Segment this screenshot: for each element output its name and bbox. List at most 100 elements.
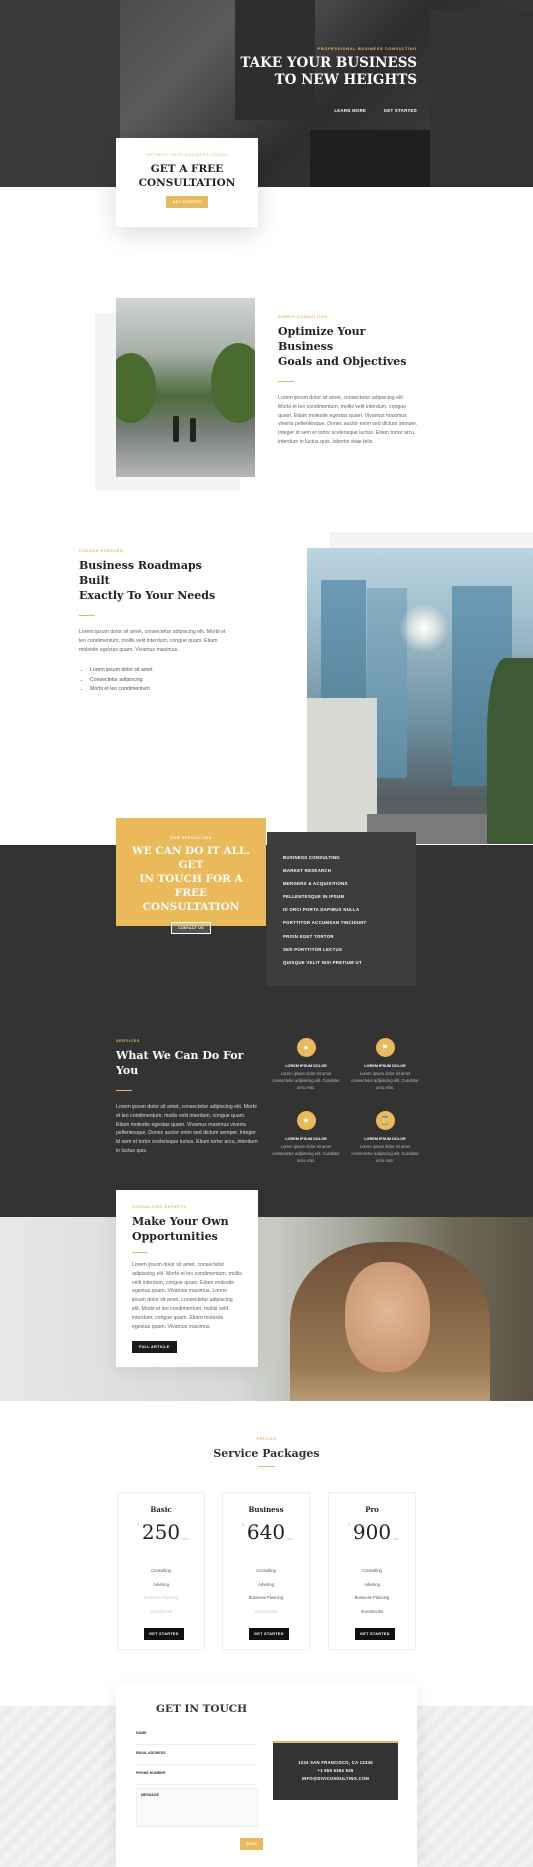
face-graphic: [345, 1262, 430, 1372]
gold-divider: [116, 1090, 132, 1091]
address-box: 1234 SAN FRANCISCO, CA 12345 +1 555 5364…: [273, 1741, 398, 1800]
optimize-text: SIMPLY CONSULTING Optimize Your Business…: [278, 315, 418, 447]
feature-item: ⚑ LOREM IPSUM DOLOR Lorem ipsum dolor si…: [350, 1038, 420, 1091]
optimize-title-line: Optimize Your Business: [278, 325, 366, 353]
address-text: 1234 SAN FRANCISCO, CA 12345: [298, 1760, 373, 1765]
cta-title-line: WE CAN DO IT ALL. GET: [131, 845, 251, 871]
comment-icon: ●: [296, 1038, 316, 1057]
plan-price: $ 250 /mo: [137, 1520, 188, 1544]
opportunities-title-line: Opportunities: [132, 1230, 218, 1243]
phone-text: +1 555 5364 645: [317, 1768, 354, 1773]
name-field[interactable]: NAME: [136, 1731, 256, 1745]
contact-title: GET IN TOUCH: [156, 1703, 247, 1715]
hero-title-line: TO NEW HEIGHTS: [274, 72, 417, 88]
service-item: ID ORCI PORTA DAPIBUS NULLA: [283, 907, 360, 913]
pricing-eyebrow: PRICING: [256, 1437, 277, 1441]
feature-item: ● LOREM IPSUM DOLOR Lorem ipsum dolor si…: [271, 1038, 341, 1091]
plan-price: $ 900 /mo: [348, 1520, 399, 1544]
phone-field[interactable]: PHONE NUMBER: [136, 1771, 256, 1785]
plan-feature: Advising: [258, 1581, 274, 1587]
pricing-header: PRICING Service Packages: [0, 1437, 533, 1473]
plan-name: Business: [248, 1505, 284, 1514]
service-item: BUSINESS CONSULTING: [283, 855, 340, 860]
service-item: SED PORTTITOR LECTUS: [283, 946, 343, 952]
hero-title: TAKE YOUR BUSINESS TO NEW HEIGHTS: [240, 55, 417, 89]
feature-text: Lorem ipsum dolor sit amet consectetur a…: [351, 1071, 419, 1090]
get-started-button[interactable]: GET STARTED: [384, 108, 417, 113]
feature-title: LOREM IPSUM DOLOR: [285, 1064, 327, 1068]
hourglass-icon: ⌛: [375, 1111, 395, 1130]
optimize-title: Optimize Your Business Goals and Objecti…: [278, 324, 418, 369]
hero-eyebrow: PROFESSIONAL BUSINESS CONSULTING: [317, 46, 417, 51]
gold-divider: [278, 381, 294, 382]
tree-graphic: [116, 353, 156, 423]
consult-get-started-button[interactable]: GET STARTED: [165, 196, 209, 208]
email-text: INFO@DIVICONSULTING.COM: [301, 1776, 370, 1781]
opportunities-eyebrow: CONSULTING EXPERTS: [132, 1205, 187, 1209]
plan-get-started-button[interactable]: GET STARTED: [355, 1628, 395, 1640]
cta-title-line: CONSULTATION: [142, 901, 240, 913]
roadmaps-title-line: Exactly To Your Needs: [79, 589, 216, 602]
cta-title: WE CAN DO IT ALL. GET IN TOUCH FOR A FRE…: [116, 844, 266, 914]
roadmaps-body: Lorem ipsum dolor sit amet, consectetur …: [79, 629, 226, 653]
optimize-title-line: Goals and Objectives: [278, 355, 407, 368]
plan-features: Consulting Advising Business Planning In…: [223, 1564, 309, 1618]
feature-text: Lorem ipsum dolor sit amet consectetur a…: [272, 1071, 340, 1090]
pricing-title: Service Packages: [213, 1447, 320, 1460]
full-article-button[interactable]: FULL ARTICLE: [132, 1341, 177, 1354]
plan-feature: Advising: [364, 1581, 380, 1587]
message-field[interactable]: MESSAGE: [136, 1788, 258, 1827]
plan-name: Pro: [365, 1505, 379, 1514]
feature-title: LOREM IPSUM DOLOR: [364, 1064, 406, 1068]
consult-title-line: CONSULTATION: [138, 177, 236, 189]
plan-feature-disabled: Investments: [254, 1608, 278, 1614]
feature-title: LOREM IPSUM DOLOR: [364, 1137, 406, 1141]
plan-amount: 250: [141, 1520, 181, 1544]
plan-features: Consulting Advising Business Planning In…: [118, 1564, 204, 1618]
cta-title-line: IN TOUCH FOR A FREE: [139, 873, 243, 899]
email-field[interactable]: EMAIL ADDRESS: [136, 1751, 256, 1765]
plaza-photo: [116, 298, 255, 477]
plan-period: /mo: [181, 1537, 189, 1541]
opportunities-title-line: Make Your Own: [132, 1215, 229, 1228]
gold-divider: [79, 615, 95, 616]
consult-title-line: GET A FREE: [150, 163, 224, 175]
plan-feature: Consulting: [256, 1568, 276, 1573]
consultation-card: OPTIMIZE YOUR BUSINESS TODAY! GET A FREE…: [116, 138, 258, 227]
list-item: Morbi et leo condimentum: [90, 685, 229, 695]
what-eyebrow: SERVICES: [116, 1039, 140, 1043]
feature-text: Lorem ipsum dolor sit amet consectetur a…: [272, 1144, 340, 1163]
plan-amount: 640: [246, 1520, 286, 1544]
pricing-plan-pro: Pro $ 900 /mo Consulting Advising Busine…: [328, 1492, 416, 1650]
lightbulb-icon: ★: [296, 1111, 316, 1130]
hero-section: PROFESSIONAL BUSINESS CONSULTING TAKE YO…: [0, 0, 533, 187]
plan-get-started-button[interactable]: GET STARTED: [249, 1628, 289, 1640]
plan-currency: $: [347, 1522, 351, 1527]
plan-get-started-button[interactable]: GET STARTED: [144, 1628, 184, 1640]
service-item: PELLENTESQUE IN IPSUM: [283, 894, 345, 900]
contact-us-button[interactable]: CONTACT US: [171, 922, 211, 934]
building-graphic: [0, 0, 120, 187]
pricing-plan-basic: Basic $ 250 /mo Consulting Advising Busi…: [117, 1492, 205, 1650]
what-body: Lorem ipsum dolor sit amet, consectetur …: [116, 1104, 258, 1154]
person-graphic: [173, 416, 179, 442]
hero-text: PROFESSIONAL BUSINESS CONSULTING TAKE YO…: [240, 46, 417, 117]
gold-divider: [132, 1252, 148, 1253]
plan-feature-disabled: Business Planning: [143, 1595, 179, 1600]
service-item: MARKET RESEARCH: [283, 868, 332, 874]
feature-item: ⌛ LOREM IPSUM DOLOR Lorem ipsum dolor si…: [350, 1111, 420, 1164]
send-button[interactable]: SEND: [240, 1838, 263, 1850]
cta-eyebrow: OUR SPECIALTIES: [170, 836, 212, 840]
person-graphic: [190, 418, 196, 442]
roadmaps-title-line: Business Roadmaps Built: [79, 559, 202, 587]
roadmaps-eyebrow: CHANGE FOREVER: [79, 549, 124, 553]
hero-buttons: LEARN MORE GET STARTED: [240, 99, 417, 117]
learn-more-button[interactable]: LEARN MORE: [334, 108, 366, 113]
hero-title-line: TAKE YOUR BUSINESS: [240, 55, 417, 71]
plan-feature: Consulting: [362, 1568, 382, 1573]
service-item: PROIN EGET TORTOR: [283, 933, 334, 939]
plan-feature: Advising: [153, 1581, 169, 1587]
feature-title: LOREM IPSUM DOLOR: [285, 1137, 327, 1141]
roadmaps-text: CHANGE FOREVER Business Roadmaps Built E…: [79, 549, 229, 695]
tree-graphic: [211, 343, 255, 423]
